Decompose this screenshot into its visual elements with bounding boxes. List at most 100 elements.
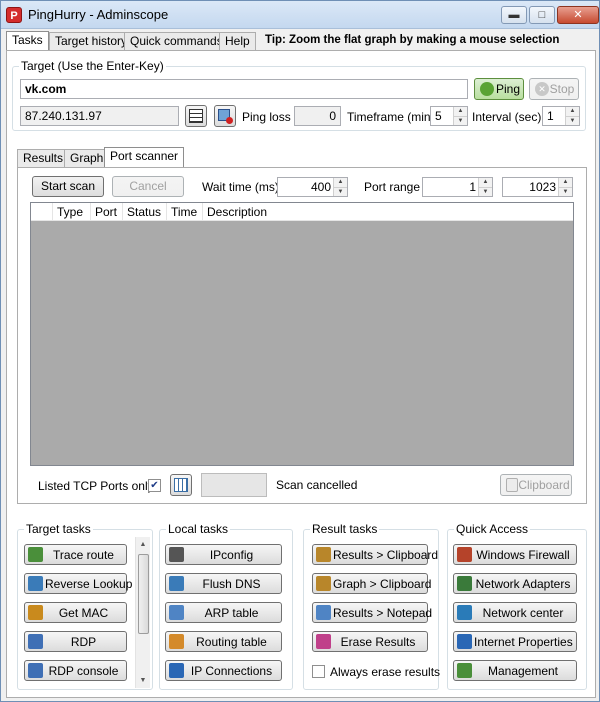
local-task-ip-connections-button[interactable]: IP Connections: [165, 660, 282, 681]
always-erase-checkbox[interactable]: [312, 665, 325, 678]
timeframe-label: Timeframe (min): [347, 110, 435, 124]
spin-up-icon[interactable]: ▲: [566, 107, 579, 116]
tab-target-history[interactable]: Target history: [49, 32, 134, 50]
target-group-label: Target (Use the Enter-Key): [19, 59, 166, 73]
quick-access-network-adapters-button[interactable]: Network Adapters: [453, 573, 577, 594]
host-input[interactable]: vk.com: [20, 79, 468, 99]
result-tasks-label: Result tasks: [310, 522, 380, 536]
spin-up-icon[interactable]: ▲: [479, 178, 492, 187]
spin-down-icon[interactable]: ▼: [559, 187, 572, 196]
scan-status-text: Scan cancelled: [276, 478, 358, 492]
rdp-console-icon: [28, 663, 43, 678]
spin-down-icon[interactable]: ▼: [479, 187, 492, 196]
tab-results[interactable]: Results: [17, 149, 70, 167]
target-task-button-label: RDP: [70, 635, 97, 649]
dns-icon: [169, 576, 184, 591]
target-task-rdp-console-button[interactable]: RDP console: [24, 660, 127, 681]
column-header-description[interactable]: Description: [203, 203, 293, 221]
scan-progress-bar: [201, 473, 267, 497]
dns-icon: [28, 576, 43, 591]
trace-route-icon: [28, 547, 43, 562]
local-task-arp-table-button[interactable]: ARP table: [165, 602, 282, 623]
spin-up-icon[interactable]: ▲: [559, 178, 572, 187]
quick-access-windows-firewall-button[interactable]: Windows Firewall: [453, 544, 577, 565]
scroll-thumb[interactable]: [138, 554, 149, 634]
target-task-trace-route-button[interactable]: Trace route: [24, 544, 127, 565]
spin-down-icon[interactable]: ▼: [566, 116, 579, 125]
result-task-results-notepad-button[interactable]: Results > Notepad: [312, 602, 432, 623]
calculator-button[interactable]: [185, 105, 207, 127]
grid-view-button[interactable]: [170, 474, 192, 496]
clipboard-icon: [506, 478, 518, 492]
interval-label: Interval (sec): [472, 110, 542, 124]
quick-access-button-label: Network Adapters: [475, 577, 571, 591]
rdp-icon: [28, 634, 43, 649]
local-task-ipconfig-button[interactable]: IPconfig: [165, 544, 282, 565]
spin-up-icon[interactable]: ▲: [334, 178, 347, 187]
quick-access-button-label: Network center: [482, 606, 564, 620]
column-header-type[interactable]: Type: [53, 203, 91, 221]
spin-down-icon[interactable]: ▼: [454, 116, 467, 125]
port-range-from-stepper[interactable]: 1 ▲ ▼: [422, 177, 493, 197]
listed-tcp-label: Listed TCP Ports only: [38, 479, 154, 493]
start-scan-button[interactable]: Start scan: [32, 176, 104, 197]
result-task-graph-clipboard-button[interactable]: Graph > Clipboard: [312, 573, 431, 594]
minimize-button[interactable]: ▬: [501, 6, 527, 24]
computer-status-button[interactable]: [214, 105, 236, 127]
stop-icon: ✕: [535, 82, 549, 96]
ping-button-label: Ping: [495, 82, 521, 96]
wait-time-stepper[interactable]: 400 ▲ ▼: [277, 177, 348, 197]
result-task-erase-results-button[interactable]: Erase Results: [312, 631, 428, 652]
tab-help[interactable]: Help: [219, 32, 256, 50]
target-task-button-label: Trace route: [53, 548, 114, 562]
result-task-results-clipboard-button[interactable]: Results > Clipboard: [312, 544, 439, 565]
stop-button[interactable]: ✕ Stop: [529, 78, 579, 100]
port-scan-results-list[interactable]: Type Port Status Time Description: [30, 202, 574, 466]
local-task-flush-dns-button[interactable]: Flush DNS: [165, 573, 282, 594]
quick-access-management-button[interactable]: Management: [453, 660, 577, 681]
list-header: Type Port Status Time Description: [31, 203, 573, 221]
spin-up-icon[interactable]: ▲: [454, 107, 467, 116]
quick-access-button-label: Windows Firewall: [476, 548, 570, 562]
scroll-down-icon[interactable]: ▼: [136, 673, 150, 688]
title-bar: P PingHurry - Adminscope ▬ □ ✕: [1, 1, 599, 29]
clipboard-button[interactable]: Clipboard: [500, 474, 572, 496]
port-range-to-stepper[interactable]: 1023 ▲ ▼: [502, 177, 573, 197]
quick-access-network-center-button[interactable]: Network center: [453, 602, 577, 623]
target-task-rdp-button[interactable]: RDP: [24, 631, 127, 652]
column-header-blank[interactable]: [31, 203, 53, 221]
local-task-routing-table-button[interactable]: Routing table: [165, 631, 282, 652]
scroll-up-icon[interactable]: ▲: [136, 537, 150, 552]
management-icon: [457, 663, 472, 678]
result-task-button-label: Results > Clipboard: [333, 548, 439, 562]
tab-tasks[interactable]: Tasks: [6, 31, 49, 50]
ping-button[interactable]: Ping: [474, 78, 524, 100]
grid-icon: [174, 478, 188, 492]
ip-address-field: 87.240.131.97: [20, 106, 179, 126]
timeframe-stepper[interactable]: 5 ▲ ▼: [430, 106, 468, 126]
column-header-time[interactable]: Time: [167, 203, 203, 221]
app-window: P PingHurry - Adminscope ▬ □ ✕ Tasks Tar…: [0, 0, 600, 702]
tab-graph[interactable]: Graph: [64, 149, 110, 167]
notepad-icon: [316, 605, 331, 620]
tab-quick-commands[interactable]: Quick commands: [124, 32, 229, 50]
spin-down-icon[interactable]: ▼: [334, 187, 347, 196]
target-task-reverse-lookup-button[interactable]: Reverse Lookup: [24, 573, 132, 594]
column-header-status[interactable]: Status: [123, 203, 167, 221]
listed-tcp-checkbox[interactable]: ✔: [148, 479, 161, 492]
window-title: PingHurry - Adminscope: [28, 7, 169, 22]
firewall-icon: [457, 547, 472, 562]
timeframe-value: 5: [435, 109, 442, 123]
column-header-port[interactable]: Port: [91, 203, 123, 221]
target-tasks-scrollbar[interactable]: ▲ ▼: [135, 537, 150, 688]
interval-stepper[interactable]: 1 ▲ ▼: [542, 106, 580, 126]
table-icon: [169, 634, 184, 649]
cancel-scan-button[interactable]: Cancel: [112, 176, 184, 197]
close-button[interactable]: ✕: [557, 6, 599, 24]
maximize-button[interactable]: □: [529, 6, 555, 24]
quick-access-internet-properties-button[interactable]: Internet Properties: [453, 631, 577, 652]
target-tasks-label: Target tasks: [24, 522, 93, 536]
target-task-get-mac-button[interactable]: Get MAC: [24, 602, 127, 623]
local-task-button-label: Flush DNS: [202, 577, 261, 591]
tab-port-scanner[interactable]: Port scanner: [104, 147, 185, 167]
